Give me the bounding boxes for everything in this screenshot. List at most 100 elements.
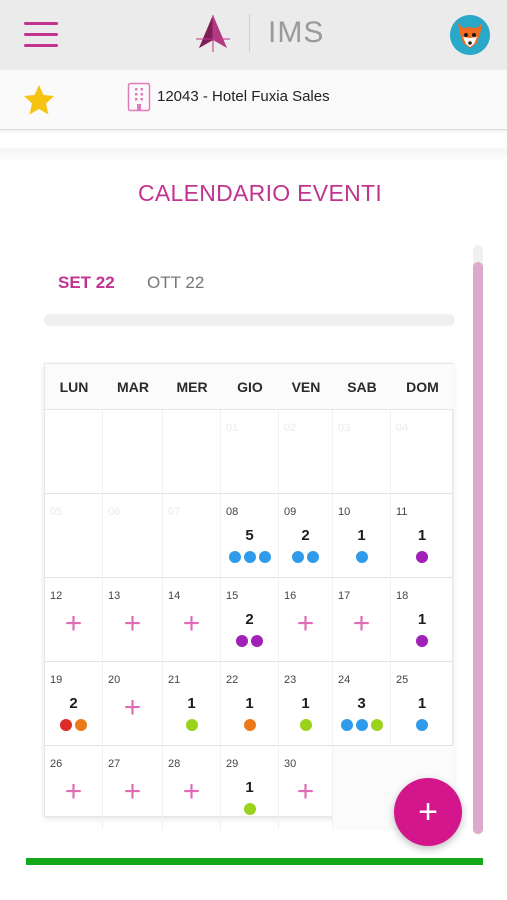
calendar-day-cell[interactable]: 29 1: [221, 746, 279, 830]
calendar-day-cell[interactable]: 02: [279, 410, 333, 494]
calendar-day-cell[interactable]: 11 1: [391, 494, 454, 578]
calendar-day-cell[interactable]: 26 +: [45, 746, 103, 830]
add-event-plus-icon[interactable]: +: [45, 609, 102, 639]
event-dot-purple[interactable]: [416, 551, 428, 563]
event-dot-green[interactable]: [243, 803, 256, 815]
day-number: 07: [168, 506, 181, 518]
event-dot-orange[interactable]: [243, 719, 256, 731]
calendar-day-cell[interactable]: 23 1: [279, 662, 333, 746]
day-number: 15: [226, 590, 239, 602]
calendar-day-cell[interactable]: 01: [221, 410, 279, 494]
event-dot-orange[interactable]: [75, 719, 87, 731]
ims-logo[interactable]: IMS: [192, 12, 332, 56]
calendar-day-cell[interactable]: 24 3: [333, 662, 391, 746]
calendar-day-cell[interactable]: 22 1: [221, 662, 279, 746]
calendar-day-cell[interactable]: 18 1: [391, 578, 454, 662]
add-event-button[interactable]: +: [394, 778, 462, 846]
hotel-name[interactable]: 12043 - Hotel Fuxia Sales: [157, 88, 330, 105]
tab-month-ott-22[interactable]: OTT 22: [147, 273, 204, 293]
add-event-plus-icon[interactable]: +: [103, 693, 162, 723]
add-event-plus-icon[interactable]: +: [279, 609, 332, 639]
star-icon[interactable]: [22, 83, 56, 117]
add-event-plus-icon[interactable]: +: [103, 609, 162, 639]
day-number: 16: [284, 590, 297, 602]
calendar-day-cell[interactable]: 27 +: [103, 746, 163, 830]
calendar-day-cell[interactable]: 17 +: [333, 578, 391, 662]
day-number: 13: [108, 590, 121, 602]
calendar-day-cell[interactable]: 25 1: [391, 662, 454, 746]
calendar-day-cell[interactable]: 09 2: [279, 494, 333, 578]
calendar-day-cell[interactable]: 14 +: [163, 578, 221, 662]
weekday-label: GIO: [237, 379, 263, 395]
day-number: 27: [108, 758, 121, 770]
calendar-day-cell[interactable]: 05: [45, 494, 103, 578]
calendar-day-cell[interactable]: [45, 410, 103, 494]
event-dot-red[interactable]: [60, 719, 72, 731]
calendar-day-cell[interactable]: 20 +: [103, 662, 163, 746]
calendar-day-cell[interactable]: [163, 410, 221, 494]
calendar-day-cell[interactable]: 16 +: [279, 578, 333, 662]
event-dot-blue[interactable]: [355, 551, 368, 563]
calendar-day-cell[interactable]: 30 +: [279, 746, 333, 830]
event-dot-blue[interactable]: [258, 551, 271, 563]
top-app-bar: IMS: [0, 0, 507, 70]
event-dot-blue[interactable]: [228, 551, 241, 563]
add-event-plus-icon[interactable]: +: [163, 777, 220, 807]
event-count: 1: [187, 695, 196, 712]
event-dot-blue[interactable]: [416, 719, 428, 731]
hamburger-menu-icon[interactable]: [24, 22, 58, 48]
event-dot-purple[interactable]: [251, 635, 263, 647]
calendar-day-cell[interactable]: 04: [391, 410, 454, 494]
day-number: 12: [50, 590, 63, 602]
calendar-day-cell[interactable]: 15 2: [221, 578, 279, 662]
event-count: 2: [301, 527, 310, 544]
event-dot-green[interactable]: [299, 719, 312, 731]
calendar-day-cell[interactable]: 03: [333, 410, 391, 494]
calendar-day-cell[interactable]: 07: [163, 494, 221, 578]
calendar-day-cell[interactable]: 08 5: [221, 494, 279, 578]
event-dot-green[interactable]: [185, 719, 198, 731]
fox-avatar-icon[interactable]: [450, 15, 490, 55]
event-dots: [391, 551, 453, 563]
event-dot-blue[interactable]: [243, 551, 256, 563]
calendar-day-cell[interactable]: 13 +: [103, 578, 163, 662]
day-number: 25: [396, 674, 409, 686]
calendar-day-cell[interactable]: 06: [103, 494, 163, 578]
weekday-label: DOM: [406, 379, 439, 395]
event-dots: [333, 719, 390, 731]
event-count: 1: [417, 611, 427, 628]
calendar-week-row: 19 2 20 +21 1 22 1 23 1 24 3 25 1: [45, 662, 454, 746]
add-event-plus-icon[interactable]: +: [279, 777, 332, 807]
day-number: 04: [396, 422, 409, 434]
calendar-day-cell[interactable]: 10 1: [333, 494, 391, 578]
calendar-day-cell[interactable]: 12 +: [45, 578, 103, 662]
day-number: 06: [108, 506, 121, 518]
event-dot-blue[interactable]: [292, 551, 304, 563]
building-icon: [127, 82, 151, 112]
event-dot-blue[interactable]: [355, 719, 368, 731]
event-dot-purple[interactable]: [236, 635, 248, 647]
event-dot-green[interactable]: [370, 719, 383, 731]
add-event-plus-icon[interactable]: +: [103, 777, 162, 807]
scrollbar-thumb[interactable]: [473, 262, 483, 834]
tab-month-set-22[interactable]: SET 22: [58, 273, 115, 293]
add-event-plus-icon[interactable]: +: [45, 777, 102, 807]
event-dot-blue[interactable]: [340, 719, 353, 731]
day-number: 28: [168, 758, 181, 770]
event-dot-blue[interactable]: [307, 551, 319, 563]
bottom-status-bar: [26, 858, 483, 865]
page-title: CALENDARIO EVENTI: [137, 180, 383, 206]
day-number: 10: [338, 506, 351, 518]
calendar-empty-cell: [333, 746, 391, 830]
calendar-day-cell[interactable]: 28 +: [163, 746, 221, 830]
event-dot-purple[interactable]: [416, 635, 428, 647]
calendar-week-row: 12 +13 +14 +15 2 16 +17 +18 1: [45, 578, 454, 662]
day-number: 01: [226, 422, 239, 434]
calendar-day-cell[interactable]: 19 2: [45, 662, 103, 746]
event-count: 1: [357, 527, 366, 544]
ims-logo-icon: [196, 15, 230, 52]
calendar-day-cell[interactable]: 21 1: [163, 662, 221, 746]
add-event-plus-icon[interactable]: +: [333, 609, 390, 639]
calendar-day-cell[interactable]: [103, 410, 163, 494]
add-event-plus-icon[interactable]: +: [163, 609, 220, 639]
